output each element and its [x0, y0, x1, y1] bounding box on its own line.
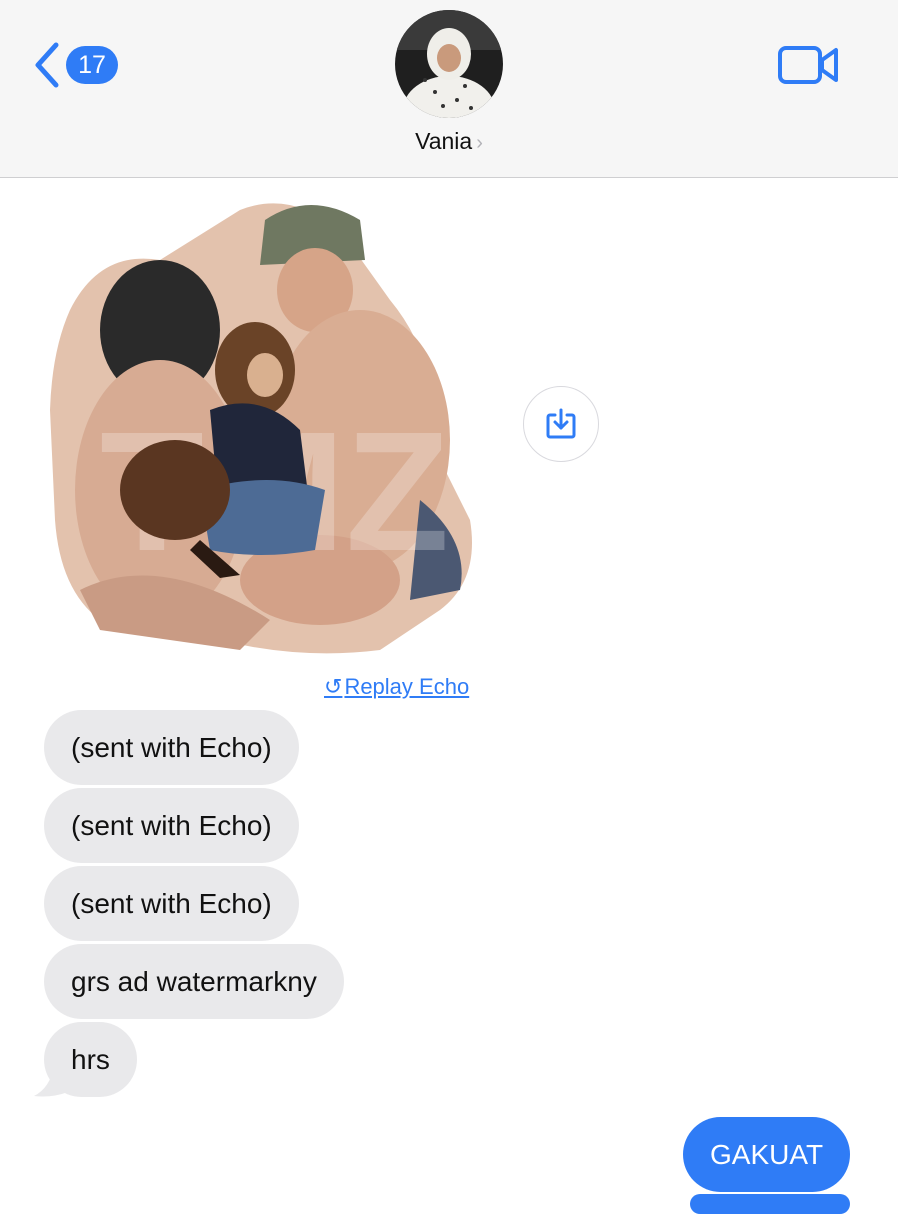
replay-echo-label: Replay Echo — [344, 674, 470, 699]
message-text: GAKUAT — [710, 1138, 824, 1170]
bubble-tail — [34, 1066, 68, 1097]
received-message-bubble[interactable]: (sent with Echo) — [44, 866, 299, 941]
chevron-right-icon: › — [476, 132, 483, 154]
replay-echo-link[interactable]: ↺ Replay Echo — [324, 674, 469, 700]
received-message-bubble[interactable]: (sent with Echo) — [44, 710, 299, 785]
message-text: (sent with Echo) — [71, 887, 272, 919]
conversation-header: 17 Vania › — [0, 0, 898, 178]
contact-name-button[interactable]: Vania › — [0, 128, 898, 155]
save-image-button[interactable] — [523, 386, 599, 462]
received-message-bubble[interactable]: (sent with Echo) — [44, 788, 299, 863]
video-camera-icon[interactable] — [778, 44, 840, 86]
received-message-bubble[interactable]: grs ad watermarkny — [44, 944, 344, 1019]
sent-message-bubble[interactable]: GAKUAT — [683, 1117, 851, 1192]
sticker-image[interactable]: TMZ — [40, 190, 490, 660]
replay-icon: ↺ — [324, 674, 343, 699]
message-text: hrs — [71, 1043, 110, 1075]
message-text: (sent with Echo) — [71, 809, 272, 841]
contact-name: Vania — [415, 128, 473, 154]
chevron-left-icon — [35, 42, 59, 88]
sent-message-bubble-partial[interactable] — [690, 1194, 850, 1214]
download-icon — [546, 408, 576, 439]
back-button[interactable]: 17 — [32, 40, 132, 90]
message-text: (sent with Echo) — [71, 731, 272, 763]
unread-count-badge: 17 — [66, 46, 118, 84]
message-text: grs ad watermarkny — [71, 965, 317, 997]
contact-avatar[interactable] — [395, 10, 503, 118]
